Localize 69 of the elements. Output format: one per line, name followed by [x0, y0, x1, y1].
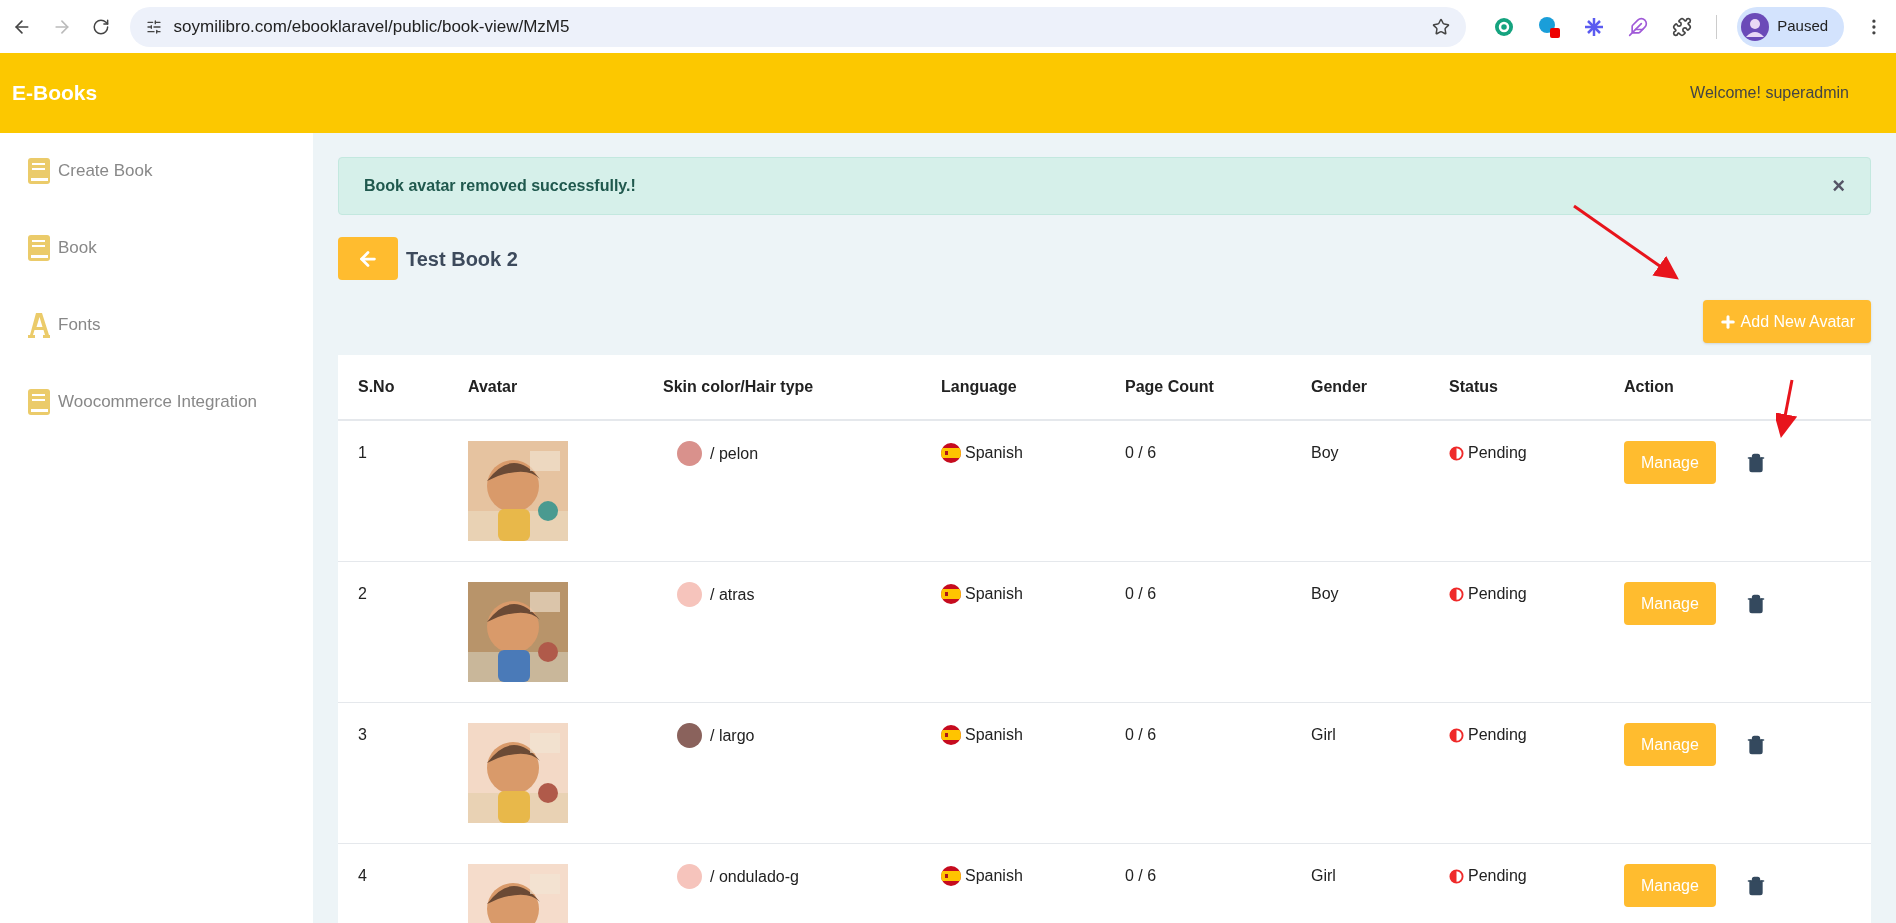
site-info-icon[interactable] [145, 18, 162, 35]
extension-icon[interactable] [1538, 15, 1561, 38]
bookmark-star-icon[interactable] [1432, 17, 1451, 36]
spain-flag-icon [941, 725, 961, 745]
half-circle-icon [1449, 445, 1464, 461]
feather-icon[interactable] [1628, 16, 1649, 37]
status-text: Pending [1468, 725, 1527, 745]
column-header: Action [1624, 378, 1674, 395]
language-text: Spanish [965, 725, 1023, 745]
profile-button[interactable]: Paused [1737, 6, 1845, 47]
hair-type-text: / largo [710, 725, 755, 746]
spain-flag-icon [941, 443, 961, 463]
welcome-text: Welcome! superadmin [1690, 83, 1849, 103]
address-bar[interactable]: soymilibro.com/ebooklaravel/public/book-view/MzM5 [129, 6, 1467, 47]
sidebar-item[interactable]: Woocommerce Integration [28, 388, 313, 415]
delete-icon[interactable] [1745, 734, 1766, 755]
sidebar-item[interactable]: Fonts [28, 311, 313, 338]
page-title: Test Book 2 [406, 246, 518, 272]
half-circle-icon [1449, 868, 1464, 884]
status-text: Pending [1468, 584, 1527, 604]
avatar-icon [1741, 12, 1770, 41]
table-cell: Girl [1311, 726, 1336, 743]
url-text: soymilibro.com/ebooklaravel/public/book-view/MzM5 [173, 15, 571, 38]
table-cell: 3 [358, 726, 367, 743]
spain-flag-icon [941, 584, 961, 604]
reload-icon[interactable] [91, 17, 110, 36]
table-cell: 0 / 6 [1125, 867, 1157, 884]
font-icon [28, 311, 50, 338]
delete-icon[interactable] [1745, 875, 1766, 896]
half-circle-icon [1449, 586, 1464, 602]
table-cell: Boy [1311, 444, 1339, 461]
language-text: Spanish [965, 584, 1023, 604]
sidebar-item[interactable]: Create Book [28, 157, 313, 184]
book-icon [28, 234, 50, 261]
extensions-icon[interactable] [1672, 16, 1693, 37]
delete-icon[interactable] [1745, 593, 1766, 614]
asterisk-icon[interactable] [1584, 16, 1605, 37]
table-cell: 0 / 6 [1125, 444, 1157, 461]
plus-icon [1718, 312, 1737, 331]
column-header: Status [1449, 378, 1498, 395]
table-cell: Boy [1311, 585, 1339, 602]
table-cell: 0 / 6 [1125, 726, 1157, 743]
sidebar-item[interactable]: Book [28, 234, 313, 261]
g-circle-icon[interactable] [1494, 16, 1515, 37]
close-button[interactable]: × [1832, 175, 1845, 197]
column-header: Skin color/Hair type [663, 378, 814, 395]
table-cell: 4 [358, 867, 367, 884]
half-circle-icon [1449, 727, 1464, 743]
status-text: Pending [1468, 443, 1527, 463]
table-cell: 1 [358, 444, 367, 461]
language-text: Spanish [965, 866, 1023, 886]
column-header: Avatar [468, 378, 518, 395]
alert-message: Book avatar removed successfully.! [364, 176, 636, 196]
column-header: Language [941, 378, 1017, 395]
spain-flag-icon [941, 866, 961, 886]
book-icon [28, 157, 50, 184]
table-cell: Girl [1311, 867, 1336, 884]
delete-icon[interactable] [1745, 452, 1766, 473]
hair-type-text: / atras [710, 584, 755, 605]
hair-type-text: / ondulado-g [710, 866, 799, 887]
book-icon [28, 388, 50, 415]
table-cell: 2 [358, 585, 367, 602]
column-header: Page Count [1125, 378, 1214, 395]
hair-type-text: / pelon [710, 443, 759, 464]
column-header: S.No [358, 378, 395, 395]
status-text: Pending [1468, 866, 1527, 886]
table-cell: 0 / 6 [1125, 585, 1157, 602]
language-text: Spanish [965, 443, 1023, 463]
column-header: Gender [1311, 378, 1367, 395]
